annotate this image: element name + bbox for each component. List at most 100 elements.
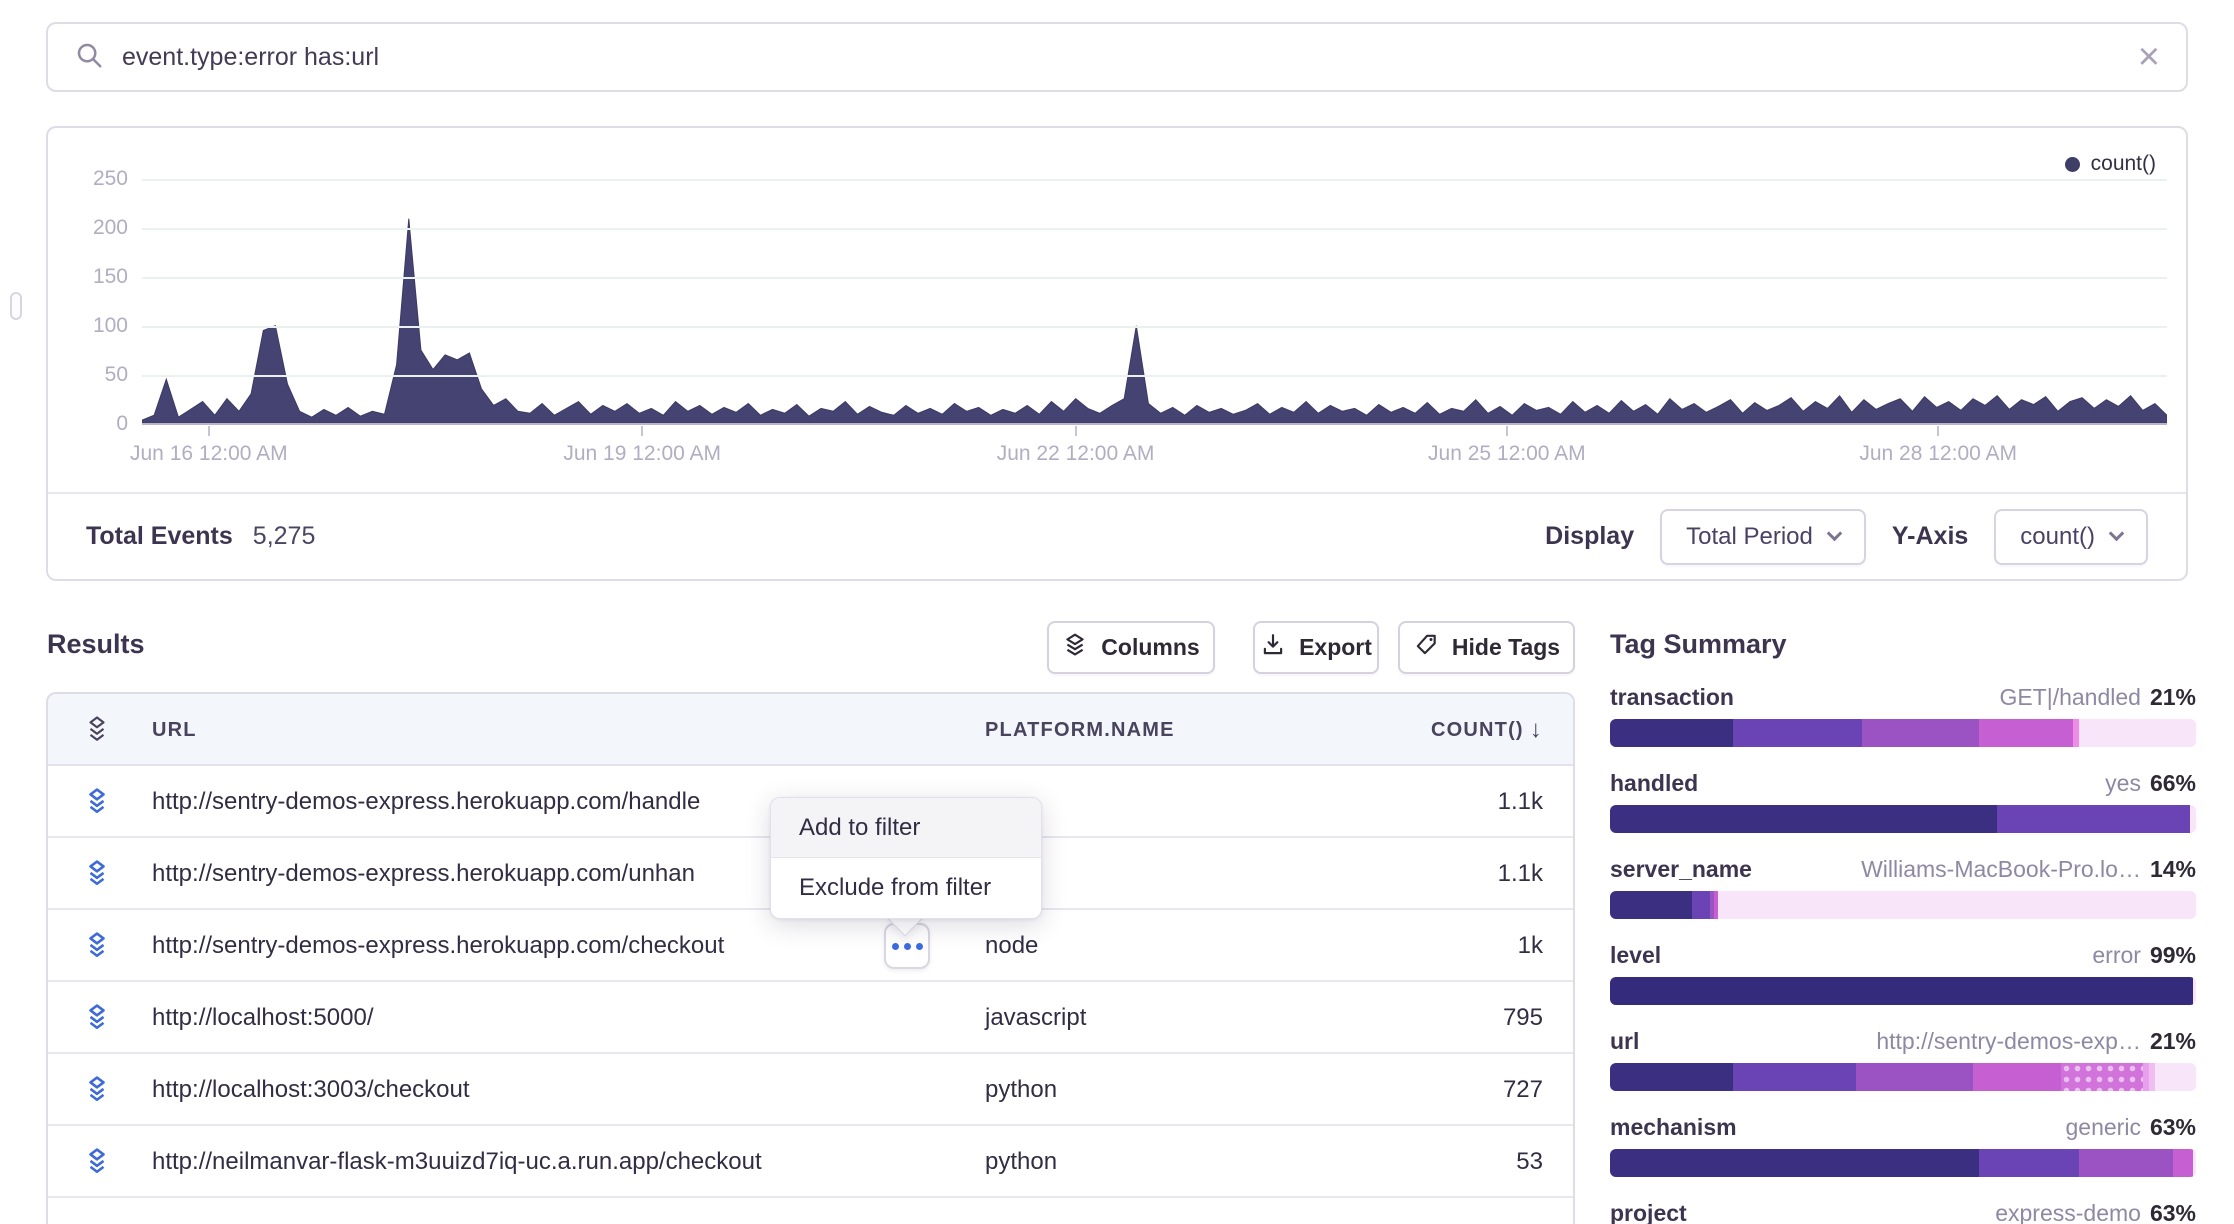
platform-cell[interactable]: python — [985, 1054, 1057, 1126]
tag-bar-segment[interactable] — [2193, 1149, 2196, 1177]
tag-bar-segment[interactable] — [1610, 805, 1997, 833]
platform-cell[interactable]: python — [985, 1126, 1057, 1198]
tag-bar-segment[interactable] — [1973, 1063, 2061, 1091]
tag-bar-segment[interactable] — [1610, 1063, 1733, 1091]
gridline — [142, 375, 2167, 377]
tag-bar-segment[interactable] — [1610, 977, 2193, 1005]
tag-distribution-bar[interactable] — [1610, 1149, 2196, 1177]
table-row[interactable]: http://localhost:3003/checkout python 72… — [48, 1054, 1573, 1126]
tag-distribution-bar[interactable] — [1610, 805, 2196, 833]
column-header-platform[interactable]: PLATFORM.NAME — [985, 694, 1175, 766]
gridline — [142, 326, 2167, 328]
tag-bar-segment[interactable] — [1979, 719, 2073, 747]
tag-bar-segment[interactable] — [2193, 977, 2196, 1005]
y-axis-tick-label: 150 — [48, 265, 128, 289]
y-axis-tick-label: 250 — [48, 167, 128, 191]
tag-distribution-bar[interactable] — [1610, 1063, 2196, 1091]
column-header-url[interactable]: URL — [152, 694, 197, 766]
export-button[interactable]: Export — [1253, 621, 1379, 674]
tag-bar-segment[interactable] — [2155, 1063, 2196, 1091]
table-header: URL PLATFORM.NAME COUNT() ↓ — [48, 694, 1573, 766]
tag-bar-segment[interactable] — [1610, 891, 1692, 919]
url-cell[interactable]: http://sentry-demos-express.herokuapp.co… — [152, 838, 695, 910]
tag-percent: 66% — [2150, 770, 2196, 797]
x-axis-tick-label: Jun 19 12:00 AM — [502, 442, 782, 466]
chart-plot[interactable] — [142, 170, 2167, 425]
hide-tags-button[interactable]: Hide Tags — [1398, 621, 1575, 674]
platform-cell[interactable]: node — [985, 910, 1038, 982]
chart-footer: Total Events 5,275 Display Total Period … — [48, 494, 2186, 579]
tag-entry: transaction GET|/handled 21% — [1610, 684, 2196, 747]
table-row[interactable]: http://neilmanvar-flask-m3uuizd7iq-uc.a.… — [48, 1126, 1573, 1198]
table-row[interactable]: http://localhost:5000/ javascript 795 — [48, 982, 1573, 1054]
tag-bar-segment[interactable] — [1862, 719, 1979, 747]
tag-bar-segment[interactable] — [1733, 719, 1862, 747]
yaxis-dropdown[interactable]: count() — [1994, 509, 2148, 565]
tag-bar-segment[interactable] — [1997, 805, 2190, 833]
table-row[interactable]: http://sentry-demos-express.herokuapp.co… — [48, 910, 1573, 982]
columns-button[interactable]: Columns — [1047, 621, 1215, 674]
tag-bar-segment[interactable] — [1610, 1149, 1979, 1177]
tag-percent: 99% — [2150, 942, 2196, 969]
count-cell[interactable]: 1k — [1518, 910, 1543, 982]
download-icon — [1260, 632, 1286, 664]
gridline — [142, 228, 2167, 230]
url-cell[interactable]: http://sentry-demos-express.herokuapp.co… — [152, 910, 724, 982]
tag-name: transaction — [1610, 684, 1734, 711]
x-axis-tick-mark — [641, 426, 643, 436]
tag-bar-segment[interactable] — [2190, 805, 2196, 833]
url-cell[interactable]: http://localhost:3003/checkout — [152, 1054, 470, 1126]
url-cell[interactable]: http://localhost:5000/ — [152, 982, 373, 1054]
tag-distribution-bar[interactable] — [1610, 891, 2196, 919]
tag-entry: server_name Williams-MacBook-Pro.lo… 14% — [1610, 856, 2196, 919]
x-axis-tick-label: Jun 28 12:00 AM — [1798, 442, 2078, 466]
tag-bar-segment[interactable] — [1979, 1149, 2079, 1177]
search-bar[interactable]: event.type:error has:url × — [46, 22, 2188, 92]
tag-bar-segment[interactable] — [2079, 719, 2196, 747]
events-chart-panel: count() 050100150200250Jun 16 12:00 AMJu… — [46, 126, 2188, 581]
count-cell[interactable]: 1.1k — [1498, 838, 1543, 910]
x-axis-tick-mark — [208, 426, 210, 436]
x-axis-tick-mark — [1075, 426, 1077, 436]
tag-top-value: error — [2092, 942, 2141, 969]
stack-icon — [84, 931, 110, 966]
tag-bar-segment[interactable] — [1856, 1063, 1973, 1091]
tag-distribution-bar[interactable] — [1610, 719, 2196, 747]
stack-icon — [84, 1003, 110, 1038]
column-header-count[interactable]: COUNT() ↓ — [1431, 694, 1543, 766]
platform-cell[interactable]: javascript — [985, 982, 1086, 1054]
total-events-label: Total Events — [86, 522, 233, 551]
tag-top-value: express-demo — [1995, 1200, 2141, 1224]
url-cell[interactable]: http://sentry-demos-express.herokuapp.co… — [152, 766, 700, 838]
stack-column-icon[interactable] — [84, 694, 110, 766]
menu-item-add-to-filter[interactable]: Add to filter — [771, 798, 1041, 858]
tag-bar-segment[interactable] — [2079, 1149, 2173, 1177]
tag-percent: 21% — [2150, 1028, 2196, 1055]
stack-icon — [84, 859, 110, 894]
yaxis-label: Y-Axis — [1892, 522, 1968, 551]
tag-bar-segment[interactable] — [2061, 1063, 2143, 1091]
count-cell[interactable]: 53 — [1516, 1126, 1543, 1198]
gridline — [142, 277, 2167, 279]
tag-bar-segment[interactable] — [1692, 891, 1710, 919]
count-cell[interactable]: 727 — [1503, 1054, 1543, 1126]
search-input[interactable]: event.type:error has:url — [122, 43, 379, 72]
count-cell[interactable]: 795 — [1503, 982, 1543, 1054]
tag-bar-segment[interactable] — [2173, 1149, 2194, 1177]
url-cell[interactable]: http://neilmanvar-flask-m3uuizd7iq-uc.a.… — [152, 1126, 762, 1198]
tag-bar-segment[interactable] — [1718, 891, 2196, 919]
chevron-down-icon — [2109, 526, 2125, 542]
tag-bar-segment[interactable] — [1733, 1063, 1856, 1091]
tag-bar-segment[interactable] — [1610, 719, 1733, 747]
tag-top-value: generic — [2066, 1114, 2141, 1141]
sort-desc-icon: ↓ — [1530, 716, 1543, 744]
count-cell[interactable]: 1.1k — [1498, 766, 1543, 838]
menu-item-exclude-from-filter[interactable]: Exclude from filter — [771, 858, 1041, 918]
close-icon[interactable]: × — [2138, 38, 2160, 76]
tag-distribution-bar[interactable] — [1610, 977, 2196, 1005]
tag-summary: Tag Summary transaction GET|/handled 21%… — [1610, 629, 2196, 1224]
sidebar-resize-handle[interactable] — [10, 292, 22, 320]
area-chart — [142, 170, 2167, 423]
display-dropdown[interactable]: Total Period — [1660, 509, 1866, 565]
tag-name: server_name — [1610, 856, 1752, 883]
